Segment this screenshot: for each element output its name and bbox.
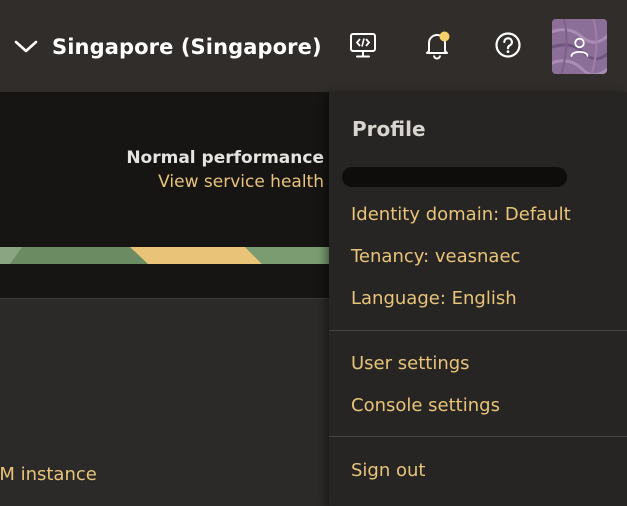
chevron-down-icon [14,40,38,54]
service-status-banner: Normal performance View service health [0,92,330,299]
profile-menu: Profile Identity domain: Default Tenancy… [329,92,627,506]
menu-divider [329,330,627,331]
bell-icon [421,29,453,65]
redacted-username [342,167,567,187]
cloud-shell-icon [348,30,378,64]
performance-status-text: Normal performance [126,148,324,168]
notifications-button[interactable] [417,27,457,67]
vm-instance-link[interactable]: VM instance [0,464,97,485]
console-settings-item[interactable]: Console settings [351,395,500,416]
cloud-shell-button[interactable] [343,27,383,67]
top-header-bar: Singapore (Singapore) [0,0,627,92]
view-service-health-link[interactable]: View service health [158,172,324,192]
profile-menu-title: Profile [352,117,426,141]
user-settings-item[interactable]: User settings [351,353,470,374]
menu-divider [329,436,627,437]
help-icon [493,30,523,64]
region-name: Singapore (Singapore) [52,35,322,59]
language-item[interactable]: Language: English [351,288,517,309]
user-icon [569,36,590,62]
profile-avatar-button[interactable] [552,19,607,74]
sign-out-item[interactable]: Sign out [351,460,425,481]
region-selector[interactable]: Singapore (Singapore) [14,28,322,66]
tenancy-item[interactable]: Tenancy: veasnaec [351,246,520,267]
identity-domain-item[interactable]: Identity domain: Default [351,204,571,225]
banner-illustration-stripe [0,247,330,264]
help-button[interactable] [488,27,528,67]
